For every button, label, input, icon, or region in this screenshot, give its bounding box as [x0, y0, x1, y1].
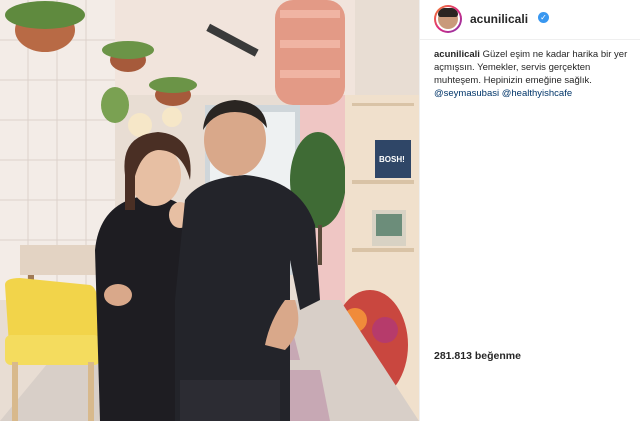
instagram-post: BOSH! acunilicali ✓ acunilicali Güzel eş…	[0, 0, 640, 421]
header-username-link[interactable]: acunilicali	[470, 12, 528, 26]
avatar[interactable]	[434, 5, 462, 33]
caption-username-link[interactable]: acunilicali	[434, 49, 480, 60]
book-title: BOSH!	[379, 155, 405, 164]
post-photo[interactable]: BOSH!	[0, 0, 419, 421]
avatar-hair	[438, 8, 458, 17]
mention-link-seymasubasi[interactable]: @seymasubasi	[434, 88, 499, 99]
post-caption: acunilicali Güzel eşim ne kadar harika b…	[434, 48, 634, 100]
post-header: acunilicali ✓	[420, 0, 640, 40]
verified-badge-icon: ✓	[538, 12, 549, 23]
avatar-image	[436, 7, 460, 31]
mention-link-healthyishcafe[interactable]: @healthyishcafe	[502, 88, 572, 99]
likes-count[interactable]: 281.813 beğenme	[434, 350, 521, 362]
post-sidebar: acunilicali ✓ acunilicali Güzel eşim ne …	[419, 0, 640, 421]
cafe-photo-illustration: BOSH!	[0, 0, 419, 421]
